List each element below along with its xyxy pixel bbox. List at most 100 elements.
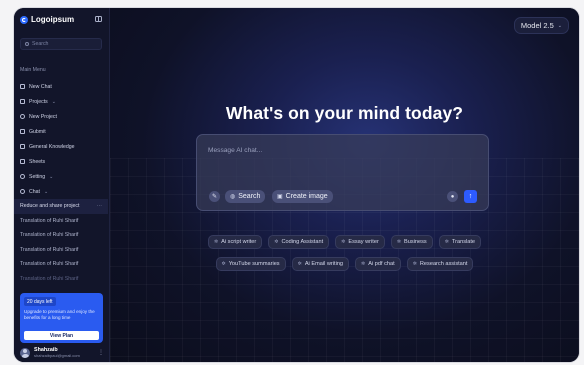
microphone-button[interactable]: ● <box>447 191 458 202</box>
sidebar-item-label: New Chat <box>29 83 52 90</box>
history-item[interactable]: Translation of Ruhi Sharif <box>14 228 108 243</box>
sidebar-item-sheets[interactable]: Sheets <box>20 154 104 169</box>
attach-button[interactable]: ✎ <box>209 191 220 202</box>
suggestion-label: Coding Assistant <box>281 239 324 245</box>
brand-name: Logoipsum <box>31 15 75 24</box>
view-plan-button[interactable]: View Plan <box>24 331 99 340</box>
gear-icon <box>20 174 25 179</box>
search-input[interactable]: Search <box>20 38 102 50</box>
sparkle-icon: ✲ <box>341 239 346 245</box>
brand[interactable]: Logoipsum <box>20 15 74 24</box>
suggestion-chip[interactable]: ✲ Ai script writer <box>207 235 263 249</box>
sparkle-icon: ✲ <box>221 261 226 267</box>
arrow-up-icon: ↑ <box>468 193 473 200</box>
search-icon <box>25 42 29 46</box>
suggestion-label: Ai Email writing <box>304 261 344 267</box>
upgrade-card: 20 days left Upgrade to premium and enjo… <box>20 293 103 343</box>
history-item[interactable]: Translation of Ruhi Sharif <box>14 257 108 272</box>
main-menu: New Chat Projects ⌄ New Project Gubmit G… <box>20 79 104 199</box>
search-placeholder: Search <box>32 41 49 47</box>
sidebar-item-label: General Knowledge <box>29 143 75 150</box>
sidebar-item-gubmit[interactable]: Gubmit <box>20 124 104 139</box>
suggestion-label: YouTube summaries <box>228 261 280 267</box>
suggestion-chip[interactable]: ✲ YouTube summaries <box>215 257 286 271</box>
sidebar-item-label: Gubmit <box>29 128 46 135</box>
suggestion-chip[interactable]: ✲ Business <box>390 235 433 249</box>
more-icon[interactable]: ··· <box>97 203 102 209</box>
chevron-down-icon: ⌄ <box>43 188 49 195</box>
sidebar-item-setting[interactable]: Setting ⌄ <box>20 169 104 184</box>
sidebar-item-label: Chat <box>29 188 40 195</box>
logo-icon <box>20 15 28 24</box>
history-item[interactable]: Reduce and share project ··· <box>14 199 108 214</box>
sidebar: Logoipsum Search Main Menu New Chat Proj… <box>14 8 110 362</box>
avatar <box>20 347 30 358</box>
sidebar-item-label: Sheets <box>29 158 46 165</box>
sparkle-icon: ✲ <box>444 239 449 245</box>
paperclip-icon: ✎ <box>211 194 218 200</box>
chevron-down-icon: ⌄ <box>51 98 56 105</box>
app-window: Logoipsum Search Main Menu New Chat Proj… <box>14 8 579 362</box>
sidebar-item-label: Projects <box>29 98 48 105</box>
suggestion-chip[interactable]: ✲ Coding Assistant <box>268 235 330 249</box>
sparkle-icon: ✲ <box>361 261 366 267</box>
suggestion-row: ✲ Ai script writer ✲ Coding Assistant ✲ Ess… <box>207 235 482 249</box>
sidebar-item-projects[interactable]: Projects ⌄ <box>20 94 104 109</box>
folder-icon <box>20 144 25 149</box>
message-input[interactable]: Message AI chat... <box>208 147 262 154</box>
suggestion-chip[interactable]: ✲ Translate <box>438 235 482 249</box>
globe-icon: ◍ <box>230 194 236 200</box>
send-button[interactable]: ↑ <box>464 190 477 203</box>
history-item-label: Translation of Ruhi Sharif <box>20 232 79 239</box>
sparkle-icon: ✲ <box>297 261 302 267</box>
search-toggle-button[interactable]: ◍ Search <box>225 190 266 203</box>
suggestion-chip[interactable]: ✲ Essay writer <box>335 235 385 249</box>
history-item[interactable]: Translation of Ruhi Sharif <box>14 243 108 258</box>
sparkle-icon: ✲ <box>274 239 279 245</box>
upgrade-text: Upgrade to premium and enjoy the benefit… <box>24 309 95 320</box>
search-toggle-label: Search <box>238 193 261 200</box>
history-item-label: Translation of Ruhi Sharif <box>20 275 79 282</box>
suggestion-label: Business <box>404 239 427 245</box>
chat-history: Reduce and share project ··· Translation… <box>14 199 108 286</box>
suggestion-chip[interactable]: ✲ Research assistant <box>406 257 474 271</box>
sidebar-item-label: New Project <box>29 113 57 120</box>
create-image-label: Create image <box>285 193 328 200</box>
history-item-label: Translation of Ruhi Sharif <box>20 261 79 268</box>
sparkle-icon: ✲ <box>396 239 402 245</box>
suggestion-label: Ai script writer <box>221 239 257 245</box>
trial-days-badge: 20 days left <box>24 297 56 306</box>
chat-icon <box>20 189 25 194</box>
sparkle-icon: ✲ <box>213 239 219 245</box>
folder-icon <box>20 159 25 164</box>
sparkle-icon: ✲ <box>412 261 417 267</box>
sidebar-item-chat[interactable]: Chat ⌄ <box>20 184 104 199</box>
history-item[interactable]: Translation of Ruhi Sharif <box>14 214 108 229</box>
suggestion-row: ✲ YouTube summaries ✲ Ai Email writing ✲ Ai… <box>215 257 474 271</box>
folder-icon <box>20 129 25 134</box>
suggestion-label: Translate <box>451 239 476 245</box>
suggestion-chip[interactable]: ✲ Ai Email writing <box>291 257 350 271</box>
sidebar-item-general-knowledge[interactable]: General Knowledge <box>20 139 104 154</box>
sidebar-toggle-icon[interactable] <box>95 16 102 22</box>
folder-icon <box>20 99 25 104</box>
message-composer[interactable]: Message AI chat... ✎ ◍ Search ▣ Create i… <box>196 134 489 211</box>
refresh-icon <box>20 114 25 119</box>
microphone-icon: ● <box>450 193 455 200</box>
model-select[interactable]: Model 2.5 ⌄ <box>513 17 569 34</box>
main-menu-label: Main Menu <box>20 67 46 73</box>
more-vertical-icon[interactable]: ⋮ <box>98 349 104 356</box>
history-item-label: Translation of Ruhi Sharif <box>20 217 79 224</box>
main-panel: Model 2.5 ⌄ What's on your mind today? M… <box>110 8 579 362</box>
history-item[interactable]: Translation of Ruhi Sharif <box>14 272 108 287</box>
user-profile[interactable]: Shahzaib shahzaibpaul@gmail.com ⋮ <box>20 347 104 358</box>
sidebar-item-new-chat[interactable]: New Chat <box>20 79 104 94</box>
image-icon: ▣ <box>277 194 283 200</box>
sidebar-item-new-project[interactable]: New Project <box>20 109 104 124</box>
plus-square-icon <box>20 84 25 89</box>
chevron-down-icon: ⌄ <box>49 173 54 180</box>
history-item-label: Translation of Ruhi Sharif <box>20 246 79 253</box>
sidebar-item-label: Setting <box>29 173 46 180</box>
suggestion-chip[interactable]: ✲ Ai pdf chat <box>355 257 401 271</box>
create-image-button[interactable]: ▣ Create image <box>272 190 333 203</box>
